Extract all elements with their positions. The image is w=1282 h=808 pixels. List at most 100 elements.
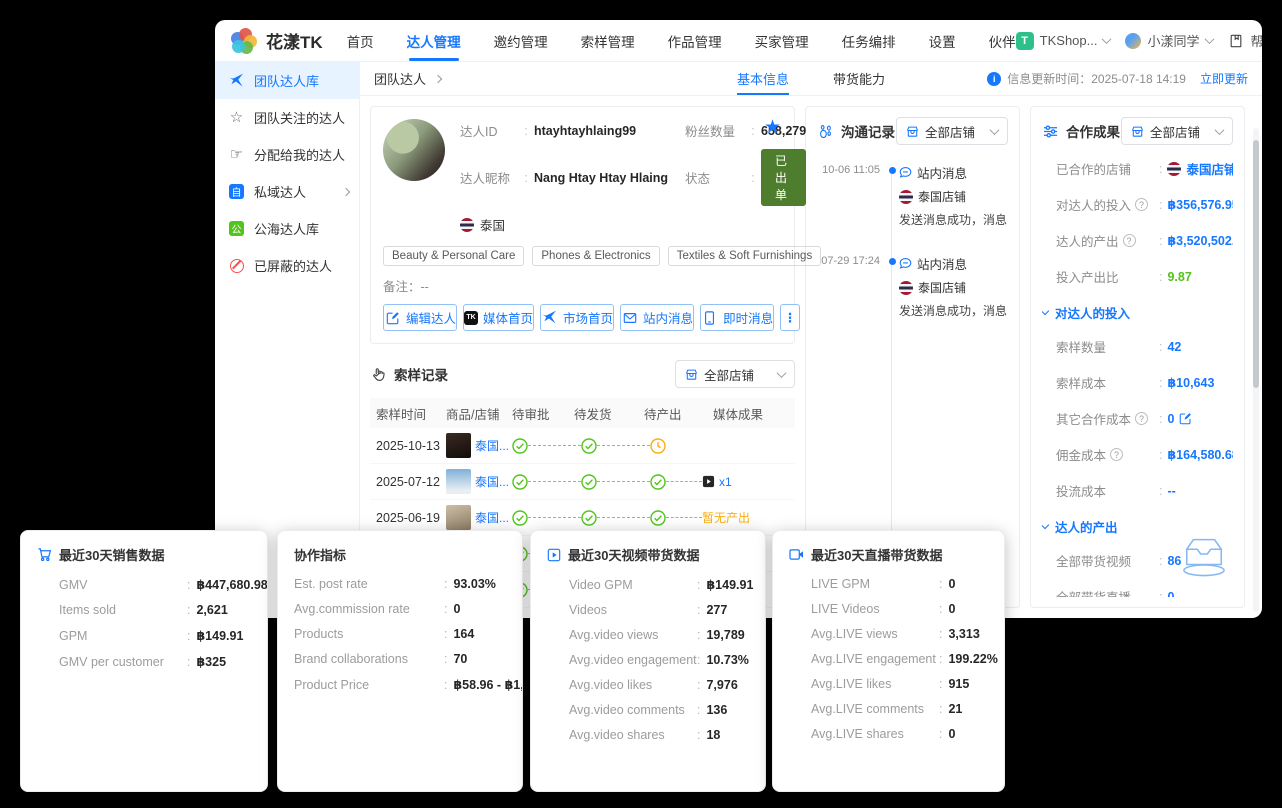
sidebar-item-1[interactable]: 团队达人库 xyxy=(215,62,359,99)
brand: 花漾TK xyxy=(231,28,323,54)
product-link[interactable]: 泰国... xyxy=(475,437,510,454)
shop-filter-select[interactable]: 全部店铺 xyxy=(1121,117,1233,145)
app-window: 花漾TK 首页达人管理邀约管理索样管理作品管理买家管理任务编排设置伙伴 T TK… xyxy=(215,20,1262,618)
media-count[interactable]: x1 xyxy=(719,475,732,489)
check-circle-icon xyxy=(650,510,666,526)
tiktok-icon: TK xyxy=(464,311,478,325)
timeline-entry: 10-06 11:05站内消息泰国店铺发送消息成功，消息内... xyxy=(817,163,1008,228)
nav-item-9[interactable]: 伙伴 xyxy=(989,20,1016,61)
category-tag: Textiles & Soft Furnishings xyxy=(668,246,822,266)
action-button-5[interactable]: 即时消息 xyxy=(700,304,774,331)
action-button-3[interactable]: 市场首页 xyxy=(540,304,614,331)
action-button-1[interactable]: 编辑达人 xyxy=(383,304,457,331)
brand-name: 花漾TK xyxy=(266,28,323,53)
nav-item-8[interactable]: 设置 xyxy=(929,20,956,61)
stats-label: LIVE GPM xyxy=(811,577,939,591)
sidebar-item-2[interactable]: ☆团队关注的达人 xyxy=(215,99,359,136)
action-button-4[interactable]: 站内消息 xyxy=(620,304,694,331)
stats-value: 136 xyxy=(706,703,727,717)
stats-row: Avg.video likes:7,976 xyxy=(547,678,751,692)
more-actions-button[interactable]: ⋮ xyxy=(780,304,800,331)
table-row: 2025-10-13泰国... xyxy=(370,428,795,464)
sidebar-item-3[interactable]: ☞分配给我的达人 xyxy=(215,136,359,173)
stats-row: Avg.LIVE shares:0 xyxy=(789,727,990,741)
metric-row: 达人的产出?:฿3,520,502.06 xyxy=(1042,231,1233,250)
stats-row: LIVE Videos:0 xyxy=(789,602,990,616)
product-thumbnail xyxy=(446,505,471,530)
timeline-dot-icon xyxy=(889,167,896,174)
stats-label: Items sold xyxy=(59,603,187,617)
message-type: 站内消息 xyxy=(899,254,1008,273)
stats-row: Video GPM:฿149.91 xyxy=(547,577,751,592)
edit-pencil-icon[interactable] xyxy=(1179,412,1192,425)
nav-item-6[interactable]: 买家管理 xyxy=(755,20,809,61)
blocked-icon xyxy=(228,259,245,273)
product-thumbnail xyxy=(446,433,471,458)
stats-card-3: 最近30天视频带货数据Video GPM:฿149.91Videos:277Av… xyxy=(530,530,766,792)
thailand-flag-icon xyxy=(1167,162,1181,176)
mail-icon xyxy=(621,311,638,325)
nav-item-3[interactable]: 邀约管理 xyxy=(494,20,548,61)
help-button[interactable]: 帮助 xyxy=(1228,31,1263,50)
action-button-2[interactable]: TK媒体首页 xyxy=(463,304,534,331)
nav-item-4[interactable]: 索样管理 xyxy=(581,20,635,61)
breadcrumb[interactable]: 团队达人 xyxy=(374,69,441,88)
nav-item-2[interactable]: 达人管理 xyxy=(407,20,461,61)
stats-value: 3,313 xyxy=(948,627,979,641)
video-result-icon xyxy=(702,475,715,488)
update-now-link[interactable]: 立即更新 xyxy=(1200,70,1248,87)
metric-label: 已合作的店铺 xyxy=(1056,159,1159,178)
stats-label: Avg.LIVE comments xyxy=(811,702,939,716)
nav-item-1[interactable]: 首页 xyxy=(347,20,374,61)
workspace-selector[interactable]: T TKShop... xyxy=(1016,32,1111,50)
product-thumbnail xyxy=(446,469,471,494)
nav-item-7[interactable]: 任务编排 xyxy=(842,20,896,61)
section-title: 对达人的投入 xyxy=(1055,303,1130,322)
sidebar-item-5[interactable]: 公公海达人库 xyxy=(215,210,359,247)
shop-name: 泰国店铺 xyxy=(918,188,966,205)
column-header: 待产出 xyxy=(644,404,713,423)
stats-value: 0 xyxy=(948,727,955,741)
stats-value: 19,789 xyxy=(706,628,744,642)
action-button-label: 市场首页 xyxy=(563,308,613,327)
sidebar-item-label: 团队达人库 xyxy=(254,71,319,90)
tab-2[interactable]: 带货能力 xyxy=(833,62,885,95)
metric-row: 已合作的店铺:泰国店铺 xyxy=(1042,159,1233,178)
stats-value: 915 xyxy=(948,677,969,691)
product-cell: 泰国... xyxy=(446,505,512,530)
stats-card-title: 协作指标 xyxy=(294,545,508,564)
cooperation-panel: 合作成果 全部店铺 已合作的店铺:泰国店铺对达人的投入?:฿356,576.95… xyxy=(1030,106,1245,608)
scrollbar-thumb[interactable] xyxy=(1253,140,1259,388)
metric-value: 泰国店铺 xyxy=(1167,159,1233,178)
shop-filter-select[interactable]: 全部店铺 xyxy=(675,360,795,388)
favorite-star-icon[interactable]: ★ xyxy=(764,118,781,137)
tab-1[interactable]: 基本信息 xyxy=(737,62,789,95)
stats-card-title-label: 最近30天视频带货数据 xyxy=(568,545,699,564)
stats-row: Brand collaborations:70 xyxy=(294,652,508,666)
note-label: 备注：-- xyxy=(383,276,782,295)
metric-label: 佣金成本? xyxy=(1056,445,1159,464)
stats-card-1: 最近30天销售数据GMV:฿447,680.98Items sold:2,621… xyxy=(20,530,268,792)
sidebar-item-4[interactable]: 自私域达人 xyxy=(215,173,359,210)
stats-value: 10.73% xyxy=(706,653,748,667)
scrollbar-track[interactable] xyxy=(1253,128,1259,612)
section-toggle[interactable]: 对达人的投入 xyxy=(1042,303,1233,322)
sample-table-header: 索样时间商品/店铺待审批待发货待产出媒体成果 xyxy=(370,398,795,428)
bird-icon xyxy=(228,73,245,88)
column-header: 商品/店铺 xyxy=(446,404,512,423)
status-connector xyxy=(528,445,581,446)
metric-value: ฿3,520,502.06 xyxy=(1167,233,1233,248)
user-menu[interactable]: 小漾同学 xyxy=(1125,31,1212,50)
stats-label: Videos xyxy=(569,603,697,617)
sidebar-item-6[interactable]: 已屏蔽的达人 xyxy=(215,247,359,284)
nav-item-5[interactable]: 作品管理 xyxy=(668,20,722,61)
stats-label: Avg.video comments xyxy=(569,703,697,717)
cooperation-body: 已合作的店铺:泰国店铺对达人的投入?:฿356,576.95达人的产出?:฿3,… xyxy=(1042,159,1233,597)
stats-card-title: 最近30天直播带货数据 xyxy=(789,545,990,564)
nickname-value: Nang Htay Htay Hlaing xyxy=(534,171,668,185)
stats-card-4: 最近30天直播带货数据LIVE GPM:0LIVE Videos:0Avg.LI… xyxy=(772,530,1005,792)
shop-filter-select[interactable]: 全部店铺 xyxy=(896,117,1008,145)
stats-row: GMV:฿447,680.98 xyxy=(37,577,253,592)
product-link[interactable]: 泰国... xyxy=(475,509,510,526)
product-link[interactable]: 泰国... xyxy=(475,473,510,490)
